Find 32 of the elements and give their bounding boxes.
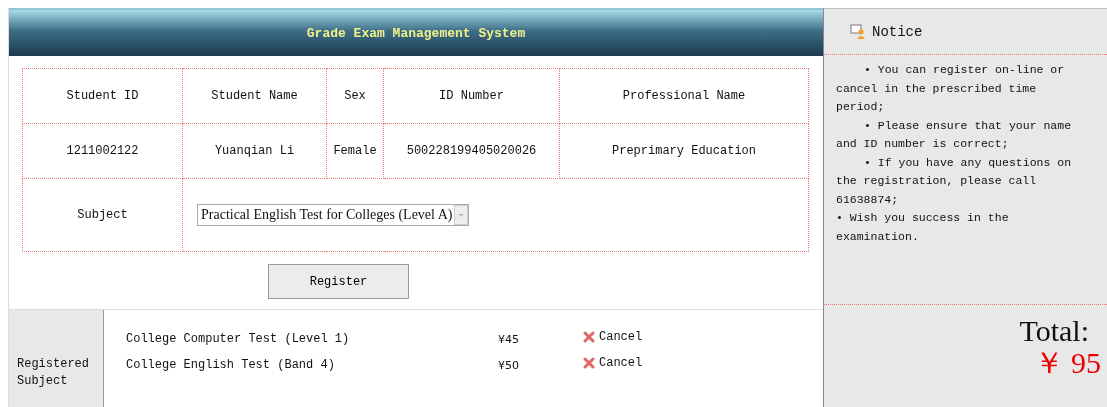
app-title: Grade Exam Management System	[306, 25, 526, 41]
row-label: Subject	[22, 178, 183, 252]
cancel-link[interactable]: Cancel	[583, 330, 643, 344]
subject-fee: ¥50	[498, 358, 520, 372]
notice-text: • Please ensure that your name and ID number is correct;	[836, 117, 1073, 152]
notice-icon	[850, 23, 866, 40]
column-header: Student Name	[182, 68, 327, 124]
caret-icon	[454, 205, 469, 225]
table-cell: Preprimary Education	[559, 123, 809, 179]
table-cell: 500228199405020026	[383, 123, 560, 179]
column-header: Professional Name	[559, 68, 809, 124]
table-cell: 1211002122	[22, 123, 183, 179]
total-amount: ￥ 95	[1032, 347, 1101, 379]
notice-text: • You can register on-line or cancel in the prescribed time period;	[836, 62, 1066, 115]
total-label: Total:	[1018, 315, 1090, 347]
table-cell: Female	[326, 123, 384, 179]
notice-title: Notice	[872, 23, 923, 40]
registered-label: Registered Subject	[9, 310, 104, 407]
subject-dropdown[interactable]: Practical English Test for Colleges (Level A)	[197, 204, 470, 226]
table-cell: Yuanqian Li	[182, 123, 327, 179]
column-header: Sex	[326, 68, 384, 124]
notice-text: • If you have any questions on the registration, please call 61638874;	[836, 154, 1073, 208]
cross-icon	[583, 357, 595, 369]
notice-text: • Wish you success in the examination.	[836, 210, 1010, 245]
column-header: Student ID	[22, 68, 183, 124]
column-header: ID Number	[383, 68, 560, 124]
subject-name: College English Test (Band 4)	[126, 358, 336, 372]
cross-icon	[583, 331, 595, 343]
subject-name: College Computer Test (Level 1)	[126, 332, 351, 346]
subject-fee: ¥45	[498, 332, 520, 346]
register-button[interactable]: Register	[268, 264, 409, 299]
cancel-link[interactable]: Cancel	[583, 356, 643, 370]
